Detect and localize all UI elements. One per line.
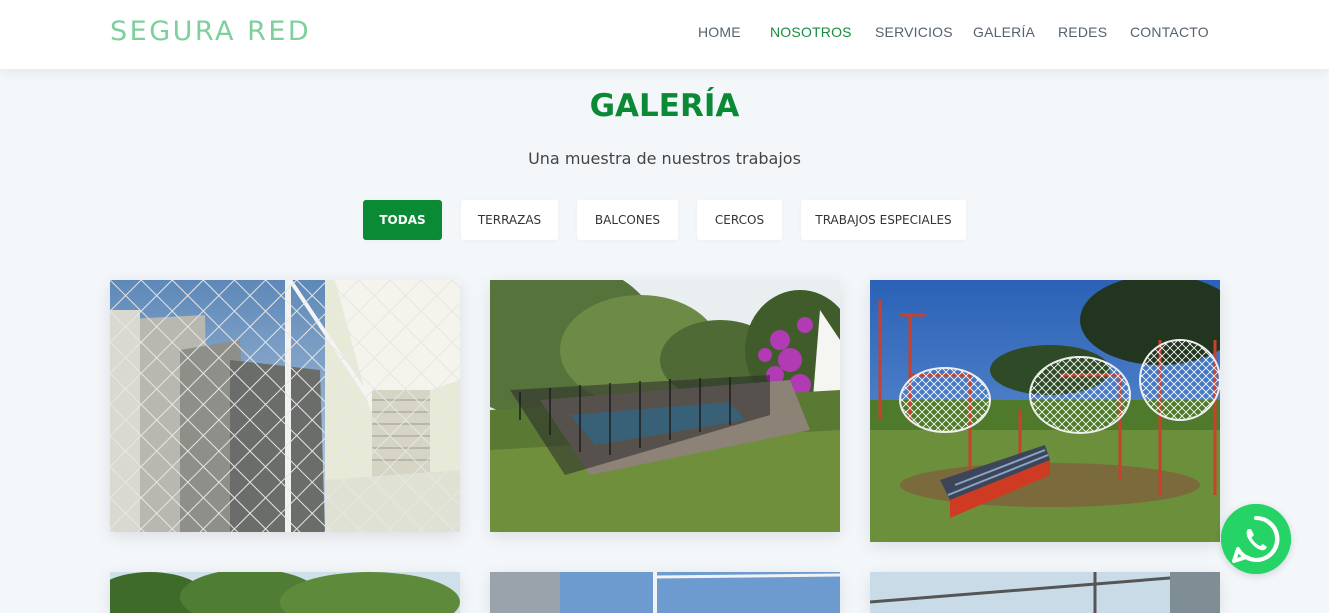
- filter-cercos[interactable]: CERCOS: [697, 200, 782, 240]
- section-title: GALERÍA: [589, 88, 740, 124]
- filter-trabajos-especiales[interactable]: TRABAJOS ESPECIALES: [801, 200, 966, 240]
- filter-todas[interactable]: TODAS: [363, 200, 442, 240]
- gallery-photo-net-frame[interactable]: [490, 572, 840, 613]
- gallery-photo-trees[interactable]: [110, 572, 460, 613]
- nav-home[interactable]: HOME: [698, 24, 741, 40]
- main-nav: HOME NOSOTROS SERVICIOS GALERÍA REDES CO…: [0, 24, 1329, 44]
- section-subtitle: Una muestra de nuestros trabajos: [528, 149, 801, 168]
- gallery-photo-terrace-frame[interactable]: [870, 572, 1220, 613]
- gallery-photo-playground-nets[interactable]: [870, 280, 1220, 542]
- trees-photo: [110, 572, 460, 613]
- nav-redes[interactable]: REDES: [1058, 24, 1107, 40]
- gallery-photo-pool-fence[interactable]: [490, 280, 840, 532]
- balcony-net-photo: [110, 280, 460, 532]
- site-header: SEGURA RED HOME NOSOTROS SERVICIOS GALER…: [0, 0, 1329, 69]
- nav-nosotros[interactable]: NOSOTROS: [770, 24, 852, 40]
- terrace-frame-photo: [870, 572, 1220, 613]
- whatsapp-button[interactable]: [1221, 504, 1291, 574]
- whatsapp-icon: [1221, 504, 1291, 574]
- gallery-photo-balcony-net[interactable]: [110, 280, 460, 532]
- nav-contacto[interactable]: CONTACTO: [1130, 24, 1209, 40]
- net-frame-photo: [490, 572, 840, 613]
- nav-galeria[interactable]: GALERÍA: [973, 24, 1035, 40]
- playground-nets-photo: [870, 280, 1220, 542]
- pool-fence-photo: [490, 280, 840, 532]
- filter-terrazas[interactable]: TERRAZAS: [461, 200, 558, 240]
- nav-servicios[interactable]: SERVICIOS: [875, 24, 953, 40]
- filter-balcones[interactable]: BALCONES: [577, 200, 678, 240]
